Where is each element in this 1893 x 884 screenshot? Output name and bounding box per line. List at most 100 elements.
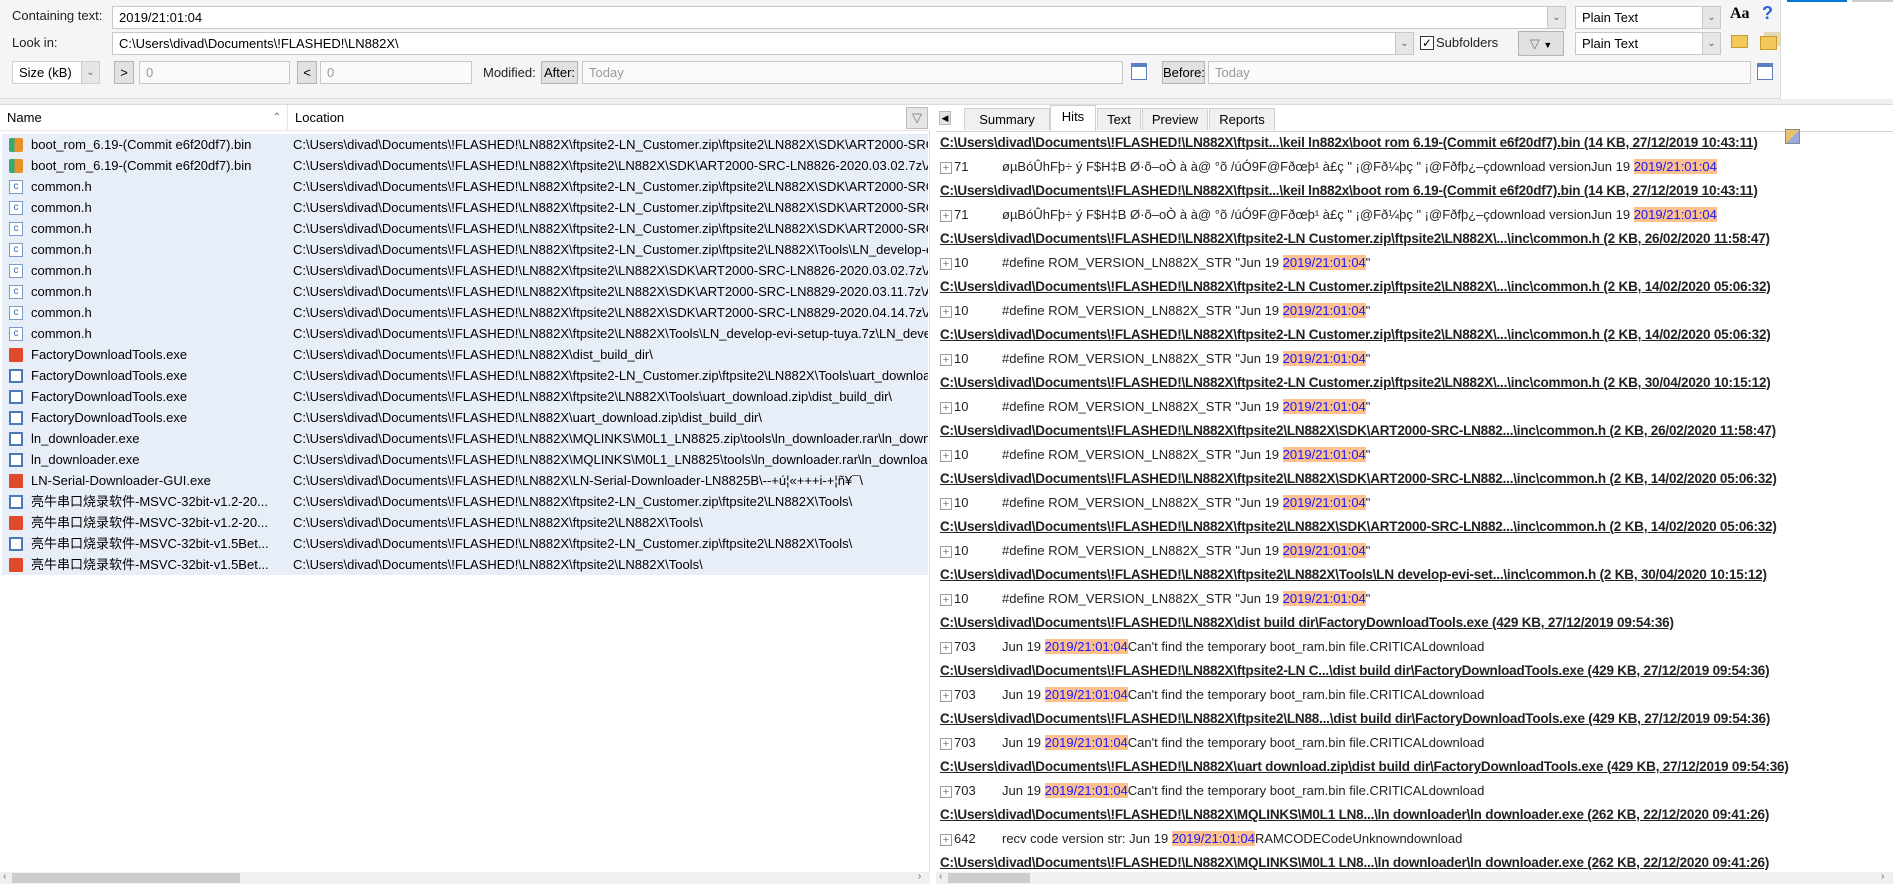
hit-file-header[interactable]: C:\Users\divad\Documents\!FLASHED!\LN882…: [940, 759, 1789, 774]
filter-dropdown-button[interactable]: ▽ ▼: [1518, 31, 1564, 56]
subfolders-checkbox[interactable]: ✓: [1420, 36, 1434, 50]
hit-file-header[interactable]: C:\Users\divad\Documents\!FLASHED!\LN882…: [940, 807, 1769, 822]
column-header-location[interactable]: Location: [288, 105, 905, 131]
max-size-input[interactable]: 0: [320, 61, 472, 84]
expand-icon[interactable]: +: [940, 737, 952, 750]
hit-line[interactable]: +10 #define ROM_VERSION_LN882X_STR "Jun 1…: [940, 495, 1370, 510]
result-row[interactable]: ln_downloader.exe C:\Users\divad\Documen…: [2, 428, 928, 449]
after-date-input[interactable]: Today: [582, 61, 1123, 84]
result-row[interactable]: FactoryDownloadTools.exe C:\Users\divad\…: [2, 365, 928, 386]
result-row[interactable]: c common.h C:\Users\divad\Documents\!FLA…: [2, 323, 928, 344]
result-row[interactable]: ln_downloader.exe C:\Users\divad\Documen…: [2, 449, 928, 470]
hit-line[interactable]: +10 #define ROM_VERSION_LN882X_STR "Jun 1…: [940, 351, 1370, 366]
before-button[interactable]: Before:: [1162, 61, 1205, 84]
hit-line[interactable]: +703 Jun 19 2019/21:01:04Can't find the t…: [940, 687, 1484, 702]
hit-file-header[interactable]: C:\Users\divad\Documents\!FLASHED!\LN882…: [940, 711, 1770, 726]
expand-icon[interactable]: +: [940, 689, 952, 702]
hit-line[interactable]: +10 #define ROM_VERSION_LN882X_STR "Jun 1…: [940, 399, 1370, 414]
hit-line[interactable]: +642 recv code version str: Jun 19 2019/2…: [940, 831, 1462, 846]
hit-line[interactable]: +10 #define ROM_VERSION_LN882X_STR "Jun 1…: [940, 255, 1370, 270]
expand-icon[interactable]: +: [940, 785, 952, 798]
hit-file-header[interactable]: C:\Users\divad\Documents\!FLASHED!\LN882…: [940, 231, 1770, 246]
result-row[interactable]: 亮牛串口烧录软件-MSVC-32bit-v1.2-20... C:\Users\…: [2, 491, 928, 512]
hit-file-header[interactable]: C:\Users\divad\Documents\!FLASHED!\LN882…: [940, 327, 1771, 342]
result-row[interactable]: 亮牛串口烧录软件-MSVC-32bit-v1.2-20... C:\Users\…: [2, 512, 928, 533]
result-row[interactable]: FactoryDownloadTools.exe C:\Users\divad\…: [2, 386, 928, 407]
result-row[interactable]: 亮牛串口烧录软件-MSVC-32bit-v1.5Bet... C:\Users\…: [2, 554, 928, 575]
expand-icon[interactable]: +: [940, 641, 952, 654]
highlight-icon[interactable]: [1785, 129, 1800, 144]
greater-than-button[interactable]: >: [114, 61, 134, 84]
text-mode-select[interactable]: Plain Text ⌄: [1575, 6, 1721, 29]
hit-line[interactable]: +703 Jun 19 2019/21:01:04Can't find the t…: [940, 783, 1484, 798]
calendar-icon[interactable]: [1131, 63, 1147, 80]
add-filter-icon[interactable]: ▽: [906, 107, 928, 129]
hit-line[interactable]: +10 #define ROM_VERSION_LN882X_STR "Jun 1…: [940, 543, 1370, 558]
folder-icon[interactable]: [1731, 35, 1748, 48]
tab-reports[interactable]: Reports: [1209, 108, 1275, 130]
expand-icon[interactable]: +: [940, 449, 952, 462]
result-row[interactable]: c common.h C:\Users\divad\Documents\!FLA…: [2, 239, 928, 260]
result-row[interactable]: c common.h C:\Users\divad\Documents\!FLA…: [2, 302, 928, 323]
scrollbar-thumb[interactable]: [12, 873, 240, 883]
look-in-input[interactable]: C:\Users\divad\Documents\!FLASHED!\LN882…: [112, 32, 1414, 55]
result-row[interactable]: c common.h C:\Users\divad\Documents\!FLA…: [2, 260, 928, 281]
result-row[interactable]: c common.h C:\Users\divad\Documents\!FLA…: [2, 281, 928, 302]
expand-icon[interactable]: +: [940, 209, 952, 222]
before-date-input[interactable]: Today: [1208, 61, 1751, 84]
hit-line[interactable]: +10 #define ROM_VERSION_LN882X_STR "Jun 1…: [940, 303, 1370, 318]
chevron-down-icon[interactable]: ⌄: [1702, 33, 1720, 54]
result-row[interactable]: boot_rom_6.19-(Commit e6f20df7).bin C:\U…: [2, 155, 928, 176]
hit-file-header[interactable]: C:\Users\divad\Documents\!FLASHED!\LN882…: [940, 135, 1758, 150]
column-header-name[interactable]: Name ⌃: [0, 105, 288, 131]
expand-icon[interactable]: +: [940, 545, 952, 558]
expand-icon[interactable]: +: [940, 257, 952, 270]
less-than-button[interactable]: <: [297, 61, 317, 84]
result-row[interactable]: FactoryDownloadTools.exe C:\Users\divad\…: [2, 344, 928, 365]
hit-line[interactable]: +703 Jun 19 2019/21:01:04Can't find the t…: [940, 735, 1484, 750]
hit-file-header[interactable]: C:\Users\divad\Documents\!FLASHED!\LN882…: [940, 615, 1674, 630]
match-case-icon[interactable]: Aa: [1730, 5, 1750, 23]
result-row[interactable]: FactoryDownloadTools.exe C:\Users\divad\…: [2, 407, 928, 428]
tab-scroll-left-icon[interactable]: ◀: [939, 111, 951, 125]
tab-preview[interactable]: Preview: [1142, 108, 1208, 130]
hit-file-header[interactable]: C:\Users\divad\Documents\!FLASHED!\LN882…: [940, 519, 1777, 534]
result-row[interactable]: c common.h C:\Users\divad\Documents\!FLA…: [2, 218, 928, 239]
expand-icon[interactable]: +: [940, 497, 952, 510]
tab-hits[interactable]: Hits: [1050, 105, 1096, 131]
result-row[interactable]: boot_rom_6.19-(Commit e6f20df7).bin C:\U…: [2, 134, 928, 155]
scrollbar-thumb[interactable]: [948, 873, 1030, 883]
result-row[interactable]: 亮牛串口烧录软件-MSVC-32bit-v1.5Bet... C:\Users\…: [2, 533, 928, 554]
hit-file-header[interactable]: C:\Users\divad\Documents\!FLASHED!\LN882…: [940, 183, 1758, 198]
chevron-down-icon[interactable]: ⌄: [1547, 7, 1565, 28]
tab-text[interactable]: Text: [1097, 108, 1141, 130]
containing-text-input[interactable]: 2019/21:01:04 ⌄: [112, 6, 1566, 29]
scroll-right-icon[interactable]: ›: [918, 871, 921, 882]
hit-file-header[interactable]: C:\Users\divad\Documents\!FLASHED!\LN882…: [940, 567, 1767, 582]
help-icon[interactable]: ?: [1762, 3, 1773, 24]
hits-horizontal-scrollbar[interactable]: ‹ ›: [936, 871, 1893, 884]
scroll-left-icon[interactable]: ‹: [939, 871, 942, 882]
hit-line[interactable]: +71 øµBóÛhFþ÷ ý F$H‡B Ø·õ–oÒ à à@ °õ /úÓ9…: [940, 159, 1717, 174]
scroll-left-icon[interactable]: ‹: [3, 871, 6, 882]
file-mode-select[interactable]: Plain Text ⌄: [1575, 32, 1721, 55]
chevron-down-icon[interactable]: ⌄: [1395, 33, 1413, 54]
hit-file-header[interactable]: C:\Users\divad\Documents\!FLASHED!\LN882…: [940, 663, 1770, 678]
result-row[interactable]: c common.h C:\Users\divad\Documents\!FLA…: [2, 197, 928, 218]
result-row[interactable]: c common.h C:\Users\divad\Documents\!FLA…: [2, 176, 928, 197]
expand-icon[interactable]: +: [940, 353, 952, 366]
hit-file-header[interactable]: C:\Users\divad\Documents\!FLASHED!\LN882…: [940, 855, 1769, 870]
hit-line[interactable]: +10 #define ROM_VERSION_LN882X_STR "Jun 1…: [940, 591, 1370, 606]
hit-file-header[interactable]: C:\Users\divad\Documents\!FLASHED!\LN882…: [940, 471, 1777, 486]
hit-line[interactable]: +10 #define ROM_VERSION_LN882X_STR "Jun 1…: [940, 447, 1370, 462]
hit-line[interactable]: +703 Jun 19 2019/21:01:04Can't find the t…: [940, 639, 1484, 654]
calendar-icon[interactable]: [1757, 63, 1773, 80]
scroll-right-icon[interactable]: ›: [1881, 871, 1884, 882]
expand-icon[interactable]: +: [940, 161, 952, 174]
chevron-down-icon[interactable]: ⌄: [1702, 7, 1720, 28]
size-select[interactable]: Size (kB) ⌄: [12, 61, 100, 84]
hit-file-header[interactable]: C:\Users\divad\Documents\!FLASHED!\LN882…: [940, 375, 1771, 390]
tab-summary[interactable]: Summary: [964, 108, 1050, 130]
result-row[interactable]: LN-Serial-Downloader-GUI.exe C:\Users\di…: [2, 470, 928, 491]
hit-line[interactable]: +71 øµBóÛhFþ÷ ý F$H‡B Ø·õ–oÒ à à@ °õ /úÓ9…: [940, 207, 1717, 222]
